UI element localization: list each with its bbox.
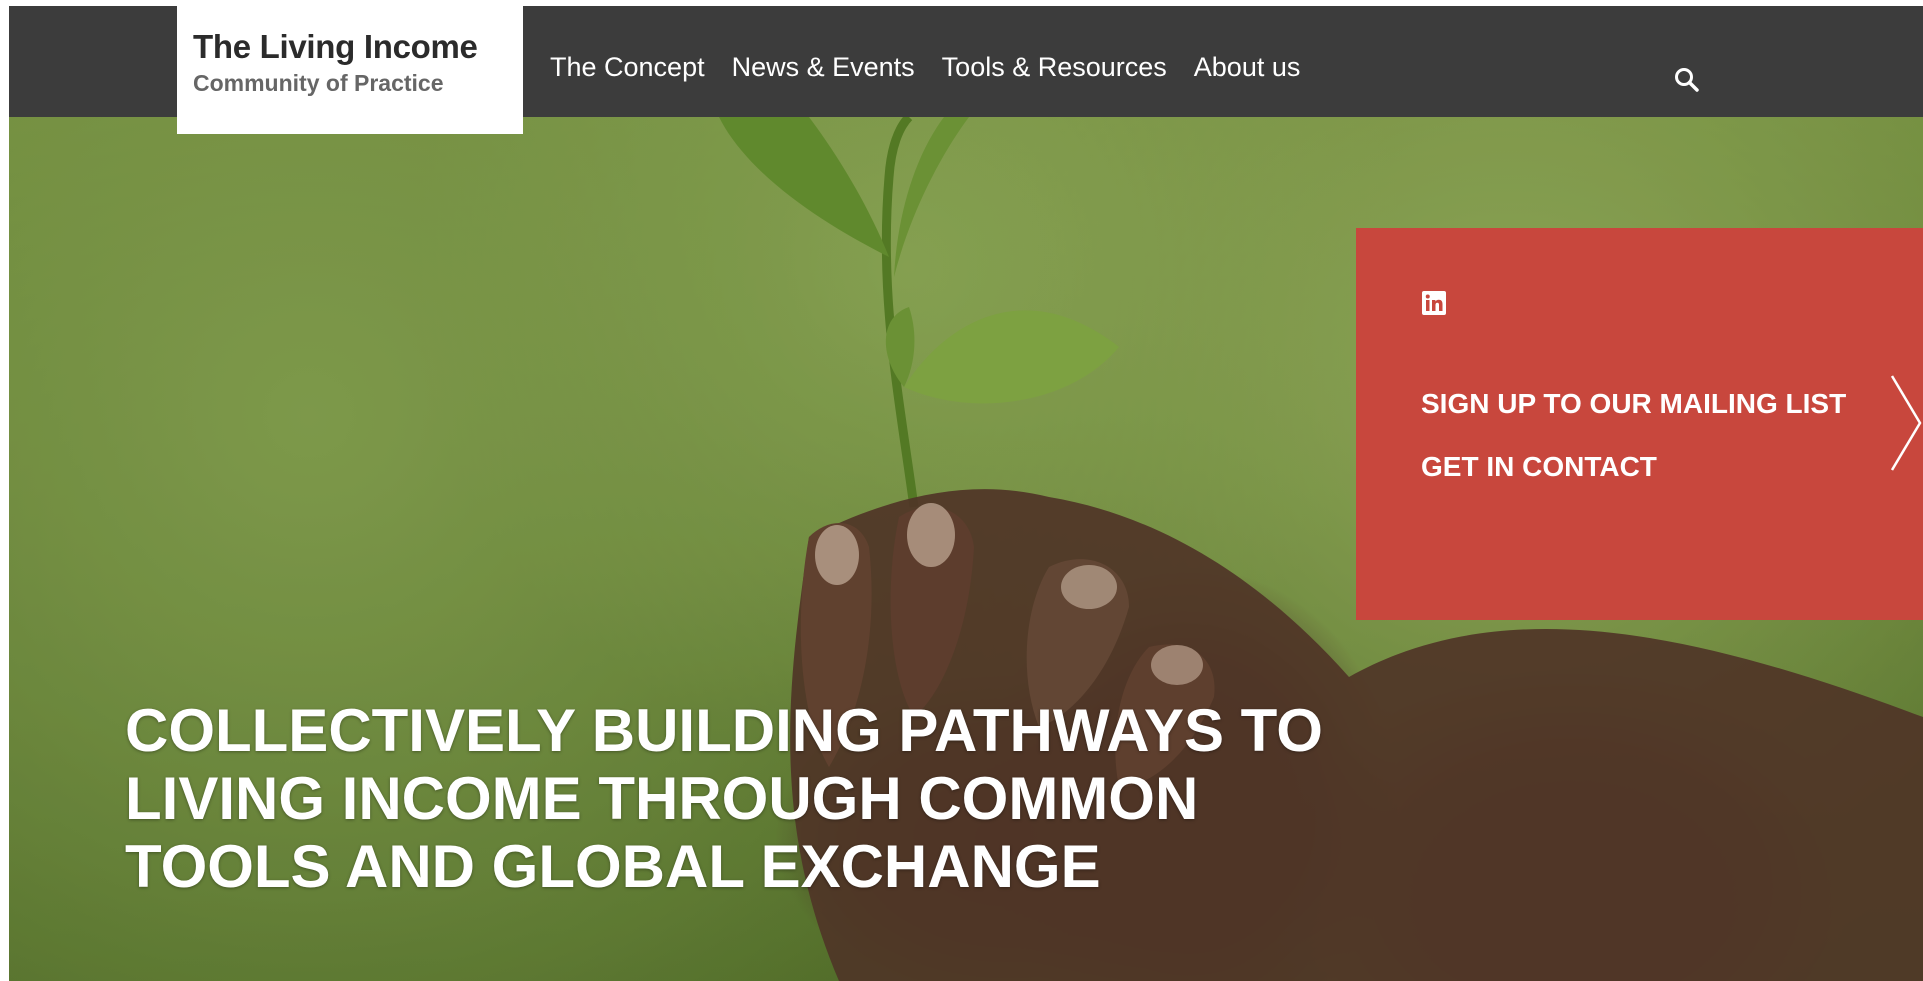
- chevron-right-icon[interactable]: [1889, 374, 1923, 472]
- nav-item-about-us[interactable]: About us: [1194, 40, 1301, 83]
- page: The Living Income Community of Practice …: [9, 6, 1923, 981]
- linkedin-icon[interactable]: [1422, 291, 1446, 315]
- logo-title: The Living Income: [193, 28, 478, 65]
- logo-subtitle: Community of Practice: [193, 70, 444, 96]
- nav-item-news-events[interactable]: News & Events: [732, 40, 915, 83]
- cta-panel: SIGN UP TO OUR MAILING LIST GET IN CONTA…: [1356, 228, 1923, 620]
- mailing-list-link[interactable]: SIGN UP TO OUR MAILING LIST: [1421, 388, 1846, 420]
- nav-item-tools-resources[interactable]: Tools & Resources: [942, 40, 1167, 83]
- site-logo[interactable]: The Living Income Community of Practice: [177, 6, 523, 134]
- main-nav: The Concept News & Events Tools & Resour…: [550, 6, 1327, 117]
- site-header: The Living Income Community of Practice …: [9, 6, 1923, 134]
- contact-link[interactable]: GET IN CONTACT: [1421, 451, 1657, 483]
- nav-item-the-concept[interactable]: The Concept: [550, 40, 705, 83]
- search-icon[interactable]: [1673, 66, 1701, 94]
- hero-headline: COLLECTIVELY BUILDING PATHWAYS TO LIVING…: [125, 697, 1323, 900]
